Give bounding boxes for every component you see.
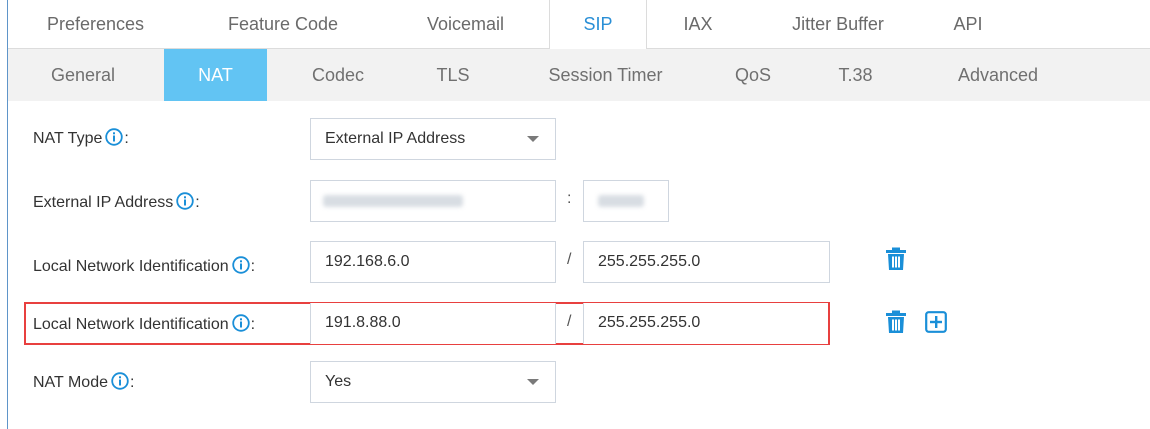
nat-mode-label: NAT Mode : xyxy=(33,372,134,394)
plus-box-icon[interactable] xyxy=(925,311,947,333)
chevron-down-icon xyxy=(527,136,539,142)
info-icon[interactable] xyxy=(105,128,124,146)
external-port-input[interactable] xyxy=(583,180,669,222)
local-network-2-separator: / xyxy=(567,313,572,330)
tab-feature-code[interactable]: Feature Code xyxy=(208,0,358,48)
external-ip-input[interactable] xyxy=(310,180,556,222)
local-network-2-label-text: Local Network Identification xyxy=(33,316,229,333)
subtab-nat[interactable]: NAT xyxy=(164,49,267,101)
tab-voicemail[interactable]: Voicemail xyxy=(408,0,523,48)
local-network-1-label-text: Local Network Identification xyxy=(33,258,229,275)
nat-type-select[interactable]: External IP Address xyxy=(310,118,556,160)
tab-preferences[interactable]: Preferences xyxy=(28,0,163,48)
tab-sip[interactable]: SIP xyxy=(549,0,647,50)
local-network-1-label-colon: : xyxy=(250,258,256,275)
local-network-2-mask-value: 255.255.255.0 xyxy=(598,314,701,331)
local-network-2-mask-input[interactable]: 255.255.255.0 xyxy=(583,303,828,344)
local-network-2-ip-value: 191.8.88.0 xyxy=(325,314,401,331)
trash-icon[interactable] xyxy=(885,310,907,334)
nat-mode-label-colon: : xyxy=(130,374,135,391)
top-tab-bar: Preferences Feature Code Voicemail SIP I… xyxy=(8,0,1150,50)
tab-api[interactable]: API xyxy=(943,0,993,48)
nat-mode-select[interactable]: Yes xyxy=(310,361,556,403)
local-network-2-ip-input[interactable]: 191.8.88.0 xyxy=(310,303,556,344)
external-ip-label: External IP Address : xyxy=(33,192,200,214)
info-icon[interactable] xyxy=(176,192,194,210)
sub-tab-bar: General NAT Codec TLS Session Timer QoS … xyxy=(8,49,1150,101)
tab-iax[interactable]: IAX xyxy=(668,0,728,48)
subtab-advanced[interactable]: Advanced xyxy=(943,49,1053,101)
nat-mode-value: Yes xyxy=(325,373,352,390)
external-ip-label-text: External IP Address xyxy=(33,194,174,211)
local-network-2-label: Local Network Identification : xyxy=(33,314,255,336)
redacted-port xyxy=(598,195,644,207)
nat-type-label: NAT Type : xyxy=(33,128,129,150)
local-network-2-label-colon: : xyxy=(250,316,256,333)
external-ip-label-colon: : xyxy=(195,194,200,211)
chevron-down-icon xyxy=(527,379,539,385)
local-network-1-mask-input[interactable]: 255.255.255.0 xyxy=(583,241,830,283)
subtab-codec[interactable]: Codec xyxy=(298,49,378,101)
local-network-1-label: Local Network Identification : xyxy=(33,256,255,278)
subtab-t38[interactable]: T.38 xyxy=(823,49,888,101)
info-icon[interactable] xyxy=(111,372,129,390)
info-icon[interactable] xyxy=(231,256,250,274)
local-network-1-separator: / xyxy=(567,251,572,268)
subtab-session-timer[interactable]: Session Timer xyxy=(528,49,683,101)
local-network-1-ip-input[interactable]: 192.168.6.0 xyxy=(310,241,556,283)
subtab-tls[interactable]: TLS xyxy=(418,49,488,101)
nat-type-label-colon: : xyxy=(124,130,129,147)
info-icon[interactable] xyxy=(231,314,250,332)
redacted-ip xyxy=(323,195,463,207)
nat-type-value: External IP Address xyxy=(325,130,466,147)
trash-icon[interactable] xyxy=(885,247,907,271)
nat-type-label-text: NAT Type xyxy=(33,130,103,147)
subtab-general[interactable]: General xyxy=(28,49,138,101)
nat-mode-label-text: NAT Mode xyxy=(33,374,108,391)
external-ip-separator: : xyxy=(567,190,572,207)
tab-jitter-buffer[interactable]: Jitter Buffer xyxy=(768,0,908,48)
local-network-1-mask-value: 255.255.255.0 xyxy=(598,253,701,270)
subtab-qos[interactable]: QoS xyxy=(723,49,783,101)
local-network-1-ip-value: 192.168.6.0 xyxy=(325,253,410,270)
